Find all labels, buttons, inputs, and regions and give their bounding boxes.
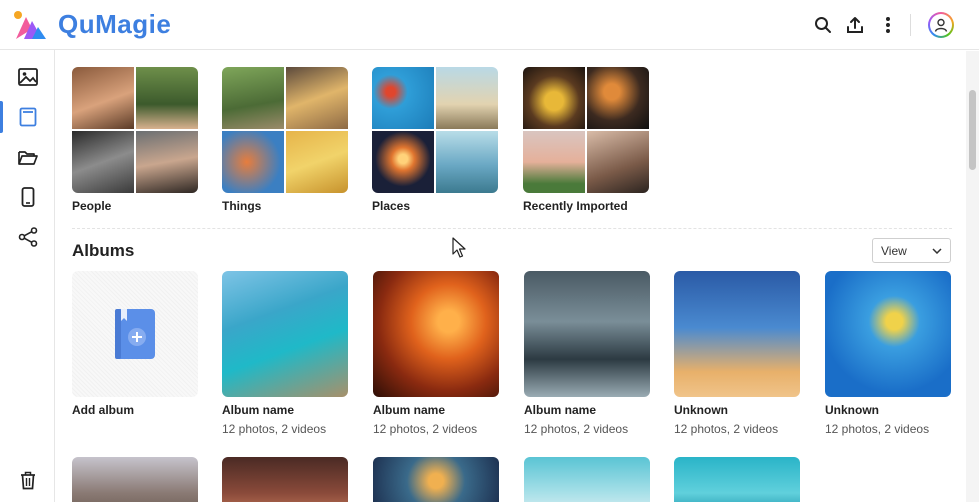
category-recently-imported[interactable]: Recently Imported xyxy=(523,67,651,213)
sidebar-item-shared[interactable] xyxy=(0,217,55,257)
category-places[interactable]: Places xyxy=(372,67,500,213)
album-card[interactable] xyxy=(72,457,198,502)
more-vertical-icon[interactable] xyxy=(876,13,900,37)
mouse-cursor-icon xyxy=(452,237,466,258)
album-name: Unknown xyxy=(825,403,879,417)
album-card[interactable] xyxy=(674,457,800,502)
app-name: QuMagie xyxy=(58,9,172,39)
album-name: Unknown xyxy=(674,403,728,417)
album-count: 12 photos, 2 videos xyxy=(674,422,779,436)
add-album-card[interactable]: Add album xyxy=(72,271,198,417)
albums-section-title: Albums xyxy=(72,241,135,260)
search-icon[interactable] xyxy=(811,13,835,37)
category-thumbnail xyxy=(372,67,498,193)
image-icon xyxy=(17,68,38,86)
album-count: 12 photos, 2 videos xyxy=(222,422,327,436)
share-icon xyxy=(18,227,37,247)
album-card[interactable]: Album name 12 photos, 2 videos xyxy=(373,271,499,436)
add-album-icon xyxy=(115,309,155,359)
album-count: 12 photos, 2 videos xyxy=(373,422,478,436)
category-thumbnail xyxy=(222,67,348,193)
user-avatar-button[interactable] xyxy=(928,12,954,38)
sidebar-item-trash[interactable] xyxy=(0,460,55,500)
sidebar-item-devices[interactable] xyxy=(0,177,55,217)
trash-icon xyxy=(20,471,35,489)
album-thumbnail xyxy=(825,271,951,397)
scrollbar-thumb[interactable] xyxy=(969,90,976,170)
album-thumbnail xyxy=(222,271,348,397)
album-card[interactable]: Unknown 12 photos, 2 videos xyxy=(674,271,800,436)
album-name: Add album xyxy=(72,403,134,417)
album-name: Album name xyxy=(373,403,446,417)
category-people[interactable]: People xyxy=(72,67,200,213)
add-album-button[interactable] xyxy=(72,271,198,397)
album-card[interactable] xyxy=(524,457,650,502)
album-count: 12 photos, 2 videos xyxy=(825,422,930,436)
sidebar-item-albums[interactable] xyxy=(0,97,55,137)
album-count: 12 photos, 2 videos xyxy=(524,422,629,436)
category-label: Recently Imported xyxy=(523,199,628,213)
section-divider xyxy=(72,228,952,229)
category-label: Places xyxy=(372,199,411,213)
category-things[interactable]: Things xyxy=(222,67,350,213)
upload-icon[interactable] xyxy=(843,13,867,37)
category-thumbnail xyxy=(523,67,649,193)
view-dropdown[interactable]: View xyxy=(872,238,951,263)
album-card[interactable]: Unknown 12 photos, 2 videos xyxy=(825,271,951,436)
album-card[interactable] xyxy=(222,457,348,502)
phone-icon xyxy=(21,187,34,207)
qumagie-logo-icon xyxy=(14,11,46,39)
view-dropdown-label: View xyxy=(881,243,907,258)
top-bar: QuMagie xyxy=(0,0,979,50)
sidebar xyxy=(0,50,55,502)
album-thumbnail xyxy=(524,271,650,397)
category-thumbnail xyxy=(72,67,198,193)
album-name: Album name xyxy=(524,403,597,417)
category-label: People xyxy=(72,199,112,213)
category-label: Things xyxy=(222,199,262,213)
album-icon xyxy=(19,107,36,127)
folder-icon xyxy=(17,150,38,165)
album-thumbnail xyxy=(373,271,499,397)
album-name: Album name xyxy=(222,403,295,417)
toolbar-divider xyxy=(910,14,911,36)
sidebar-item-photos[interactable] xyxy=(0,57,55,97)
album-card[interactable]: Album name 12 photos, 2 videos xyxy=(222,271,348,436)
user-avatar-icon xyxy=(930,14,952,36)
album-thumbnail xyxy=(674,271,800,397)
album-card[interactable] xyxy=(373,457,499,502)
album-card[interactable]: Album name 12 photos, 2 videos xyxy=(524,271,650,436)
sidebar-item-folders[interactable] xyxy=(0,137,55,177)
chevron-down-icon xyxy=(932,247,942,254)
main-content: People Things Places Recently Imported A… xyxy=(56,51,966,502)
